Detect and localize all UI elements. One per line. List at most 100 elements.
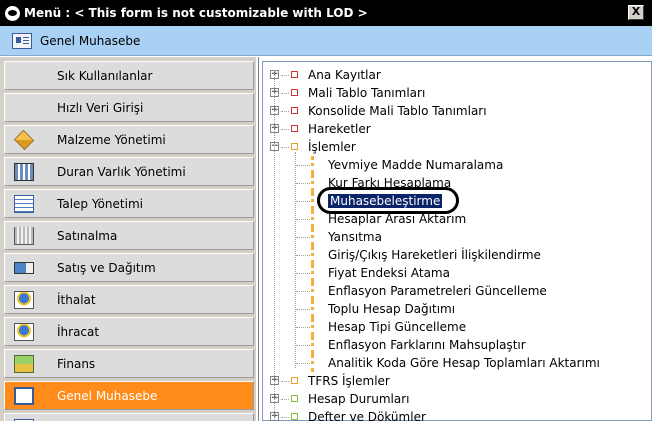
sidebar-item-label: Duran Varlık Yönetimi — [57, 165, 186, 179]
tree-connector — [296, 255, 310, 256]
tree-leaf-icon — [311, 318, 314, 336]
highlight-circle — [317, 187, 459, 214]
tree-node[interactable]: Hesap Durumları — [308, 392, 409, 406]
tree-leaf[interactable]: Analitik Koda Göre Hesap Toplamları Akta… — [328, 356, 600, 370]
tree-connector — [296, 345, 310, 346]
tree-node[interactable]: İşlemler — [308, 140, 356, 154]
tree-leaf[interactable]: Giriş/Çıkış Hareketleri İlişkilendirme — [328, 248, 541, 262]
tree-leaf[interactable]: Yansıtma — [328, 230, 382, 244]
sidebar-item-label: Genel Muhasebe — [57, 389, 158, 403]
tree-leaf[interactable]: Toplu Hesap Dağıtımı — [328, 302, 455, 316]
tree-leaf[interactable]: Enflasyon Farklarını Mahsuplaştır — [328, 338, 526, 352]
tree-connector — [281, 75, 289, 76]
tree-connector — [296, 309, 310, 310]
tree-node-icon — [291, 377, 298, 384]
building-icon — [14, 163, 34, 181]
document-icon — [14, 195, 34, 213]
tree-connector — [281, 129, 289, 130]
tree-connector — [281, 417, 289, 418]
tree-connector — [281, 381, 289, 382]
module-header: Genel Muhasebe — [0, 26, 652, 56]
tree-node-icon — [291, 125, 298, 132]
tree-node-icon — [291, 71, 298, 78]
sidebar-item-9[interactable]: İhracat — [4, 317, 254, 346]
sidebar-item-label: Hızlı Veri Girişi — [57, 101, 144, 115]
sidebar-item-label: Satış ve Dağıtım — [57, 261, 156, 275]
tree-leaf[interactable]: Yevmiye Madde Numaralama — [328, 158, 503, 172]
tree-node[interactable]: Defter ve Dökümler — [308, 410, 426, 421]
sidebar-item-label: Finans — [57, 357, 96, 371]
tree-node-icon — [291, 89, 298, 96]
tree-leaf-icon — [311, 228, 314, 246]
tree-node[interactable]: Ana Kayıtlar — [308, 68, 381, 82]
tree-connector — [281, 147, 289, 148]
import-icon — [14, 291, 34, 309]
tree-leaf-icon — [311, 336, 314, 354]
close-button[interactable]: X — [628, 5, 644, 20]
tree-connector — [296, 165, 310, 166]
sidebar-item-10[interactable]: Finans — [4, 349, 254, 378]
tree-leaf-icon — [311, 210, 314, 228]
tree-leaf-icon — [311, 246, 314, 264]
tree-leaf[interactable]: Enflasyon Parametreleri Güncelleme — [328, 284, 547, 298]
tree-connector — [296, 237, 310, 238]
tree-leaf-icon — [311, 156, 314, 174]
sidebar-item-12[interactable]: Ticari Yönetim — [4, 413, 254, 421]
tree-connector — [281, 93, 289, 94]
title-bar: Menü : < This form is not customizable w… — [0, 0, 652, 26]
tree-node[interactable]: TFRS İşlemler — [308, 374, 390, 388]
tree-connector — [296, 201, 310, 202]
tree-leaf[interactable]: Hesaplar Arası Aktarım — [328, 212, 466, 226]
tree-leaf-icon — [311, 354, 314, 372]
tree-node-icon — [291, 107, 298, 114]
tree-connector — [296, 183, 310, 184]
tree-connector — [296, 291, 310, 292]
shopping-cart-icon — [14, 227, 34, 245]
tree-leaf-icon — [311, 192, 314, 210]
tree-root-line — [274, 70, 275, 420]
truck-icon — [14, 262, 34, 274]
sidebar-item-label: İhracat — [57, 325, 100, 339]
tree-connector — [296, 327, 310, 328]
sidebar-item-label: Malzeme Yönetimi — [57, 133, 166, 147]
tree-connector — [281, 399, 289, 400]
ledger-icon — [14, 387, 34, 405]
menu-window: Menü : < This form is not customizable w… — [0, 0, 652, 421]
money-icon — [14, 355, 34, 373]
tree-node[interactable]: Mali Tablo Tanımları — [308, 86, 425, 100]
tree-leaf-icon — [311, 174, 314, 192]
tree-leaf-icon — [311, 300, 314, 318]
ledger-icon — [12, 32, 32, 49]
tree-leaf[interactable]: Fiyat Endeksi Atama — [328, 266, 450, 280]
sidebar-item-1[interactable]: Sık Kullanılanlar — [4, 61, 254, 90]
box-icon — [13, 129, 35, 151]
sidebar-item-3[interactable]: Malzeme Yönetimi — [4, 125, 254, 154]
sidebar-item-5[interactable]: Talep Yönetimi — [4, 189, 254, 218]
tree-leaf-icon — [311, 282, 314, 300]
sidebar-item-8[interactable]: İthalat — [4, 285, 254, 314]
tree-leaf-icon — [311, 264, 314, 282]
tree-vertical-line — [295, 152, 296, 368]
export-icon — [14, 323, 34, 341]
module-title: Genel Muhasebe — [40, 33, 141, 48]
sidebar-item-label: Satınalma — [57, 229, 118, 243]
tree-node-icon — [291, 143, 298, 150]
tree-connector — [281, 111, 289, 112]
window-title: Menü : < This form is not customizable w… — [24, 6, 368, 20]
tree-node[interactable]: Konsolide Mali Tablo Tanımları — [308, 104, 487, 118]
tree-connector — [296, 219, 310, 220]
tree-node-icon — [291, 413, 298, 420]
sidebar-item-label: Talep Yönetimi — [57, 197, 143, 211]
sidebar-item-label: İthalat — [57, 293, 96, 307]
sidebar-item-4[interactable]: Duran Varlık Yönetimi — [4, 157, 254, 186]
app-logo-icon — [5, 5, 20, 21]
tree-node[interactable]: Hareketler — [308, 122, 371, 136]
sidebar-item-6[interactable]: Satınalma — [4, 221, 254, 250]
tree-connector — [296, 363, 310, 364]
sidebar-item-label: Sık Kullanılanlar — [57, 69, 153, 83]
sidebar-item-11[interactable]: Genel Muhasebe — [4, 381, 254, 410]
tree-node-icon — [291, 395, 298, 402]
tree-leaf[interactable]: Hesap Tipi Güncelleme — [328, 320, 466, 334]
sidebar-item-2[interactable]: Hızlı Veri Girişi — [4, 93, 254, 122]
sidebar-item-7[interactable]: Satış ve Dağıtım — [4, 253, 254, 282]
